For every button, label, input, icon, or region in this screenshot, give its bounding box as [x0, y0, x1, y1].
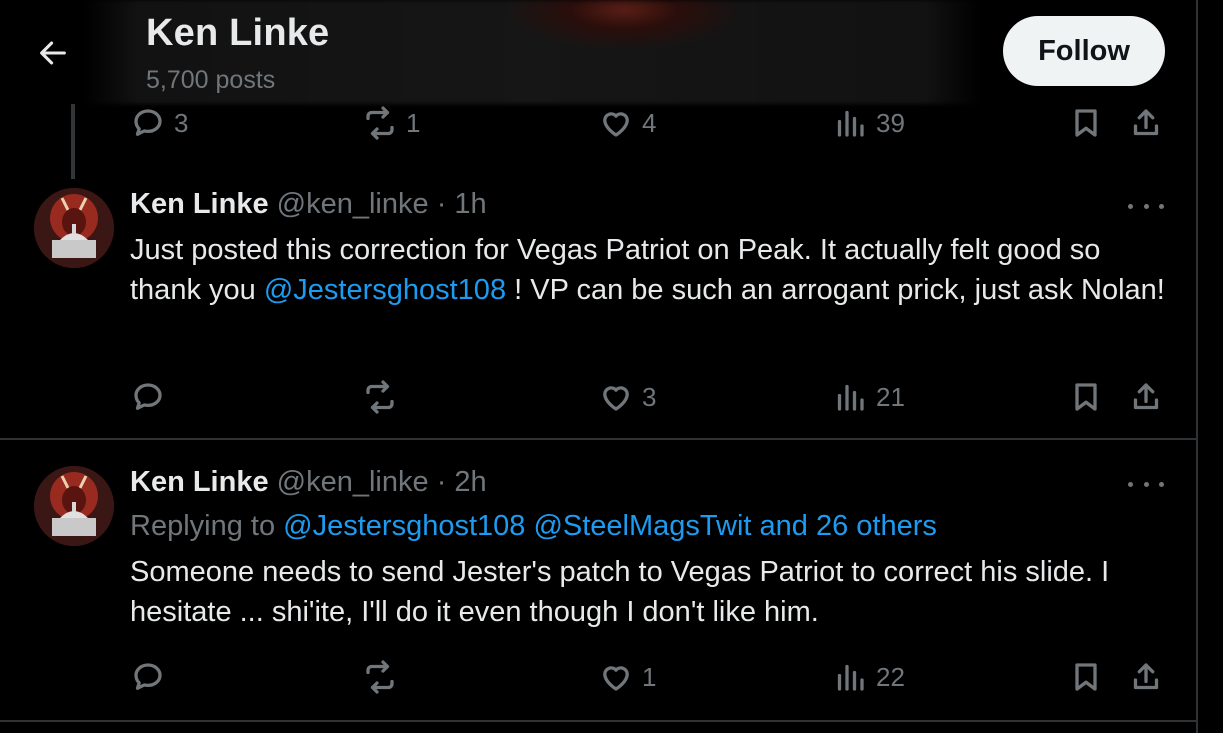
tweet-actions: 3 21: [130, 372, 1170, 422]
repost-button[interactable]: [362, 652, 406, 702]
like-icon: [603, 386, 629, 411]
like-button[interactable]: 1: [598, 652, 656, 702]
repost-button[interactable]: [362, 372, 406, 422]
reply-button[interactable]: 3: [130, 98, 188, 148]
views-count: 22: [876, 661, 905, 692]
like-count: 1: [642, 661, 657, 692]
views-icon: [837, 384, 864, 411]
reply-icon: [134, 109, 162, 136]
avatar[interactable]: [34, 188, 114, 268]
like-button[interactable]: 3: [598, 372, 656, 422]
avatar-image: [34, 188, 114, 268]
like-count: 3: [642, 381, 657, 412]
back-button[interactable]: [26, 26, 80, 80]
author-name[interactable]: Ken Linke: [130, 188, 269, 220]
tweet[interactable]: Ken Linke @ken_linke · 2h Replying to @J…: [0, 466, 1196, 722]
reply-button[interactable]: [130, 372, 174, 422]
share-button[interactable]: [1128, 652, 1164, 702]
share-icon: [1133, 383, 1159, 410]
tweet-time[interactable]: · 1h: [437, 188, 487, 220]
tweet-text: Just posted this correction for Vegas Pa…: [130, 230, 1175, 310]
tweet-divider: [0, 438, 1196, 440]
mention-link[interactable]: @Jestersghost108: [264, 274, 506, 306]
reply-icon: [134, 383, 162, 410]
avatar[interactable]: [34, 466, 114, 546]
repost-button[interactable]: 1: [362, 98, 420, 148]
views-icon: [837, 110, 864, 137]
tweet-text-part: ! VP can be such an arrogant prick, just…: [506, 274, 1165, 306]
views-button[interactable]: 21: [832, 372, 905, 422]
bookmark-button[interactable]: [1068, 98, 1104, 148]
repost-icon: [366, 380, 394, 414]
header-title: Ken Linke: [146, 12, 330, 54]
reply-count: 3: [174, 107, 189, 138]
views-button[interactable]: 22: [832, 652, 905, 702]
timeline-column: Ken Linke 5,700 posts Follow 3 1 4 39 Ke…: [0, 0, 1198, 733]
bookmark-icon: [1075, 663, 1097, 691]
replying-label: Replying to: [130, 510, 284, 542]
views-button[interactable]: 39: [832, 98, 905, 148]
replying-to-links[interactable]: @Jestersghost108 @SteelMagsTwit and 26 o…: [283, 510, 937, 542]
bookmark-icon: [1075, 109, 1097, 137]
tweet-actions: 1 22: [130, 652, 1170, 702]
author-handle[interactable]: @ken_linke: [277, 466, 429, 498]
more-icon[interactable]: [1128, 474, 1164, 494]
share-button[interactable]: [1128, 372, 1164, 422]
bookmark-button[interactable]: [1068, 372, 1104, 422]
like-icon: [603, 112, 629, 137]
avatar-image: [34, 466, 114, 546]
repost-count: 1: [406, 107, 421, 138]
bookmark-button[interactable]: [1068, 652, 1104, 702]
repost-icon: [366, 660, 394, 694]
like-count: 4: [642, 107, 657, 138]
share-icon: [1133, 663, 1159, 690]
reply-button[interactable]: [130, 652, 174, 702]
share-button[interactable]: [1128, 98, 1164, 148]
repost-icon: [366, 106, 394, 140]
more-icon[interactable]: [1128, 196, 1164, 216]
tweet-header: Ken Linke @ken_linke · 2h: [130, 466, 487, 499]
like-button[interactable]: 4: [598, 98, 656, 148]
views-count: 21: [876, 381, 905, 412]
tweet-divider: [0, 720, 1196, 722]
views-icon: [837, 664, 864, 691]
tweet-time[interactable]: · 2h: [437, 466, 487, 498]
reply-icon: [134, 663, 162, 690]
tweet-header: Ken Linke @ken_linke · 1h: [130, 188, 487, 221]
replying-to: Replying to @Jestersghost108 @SteelMagsT…: [130, 510, 937, 543]
author-name[interactable]: Ken Linke: [130, 466, 269, 498]
tweet-actions: 3 1 4 39: [130, 98, 1170, 148]
share-icon: [1133, 109, 1159, 136]
like-icon: [603, 666, 629, 691]
author-handle[interactable]: @ken_linke: [277, 188, 429, 220]
tweet-text: Someone needs to send Jester's patch to …: [130, 556, 1110, 628]
bookmark-icon: [1075, 383, 1097, 411]
posts-count: 5,700 posts: [146, 66, 276, 94]
follow-button[interactable]: Follow: [1003, 16, 1165, 86]
tweet[interactable]: Ken Linke @ken_linke · 1h Just posted th…: [0, 188, 1196, 440]
thread-connector: [71, 104, 75, 179]
back-arrow-icon: [40, 41, 66, 65]
views-count: 39: [876, 107, 905, 138]
profile-header: Ken Linke 5,700 posts Follow: [0, 0, 1196, 104]
